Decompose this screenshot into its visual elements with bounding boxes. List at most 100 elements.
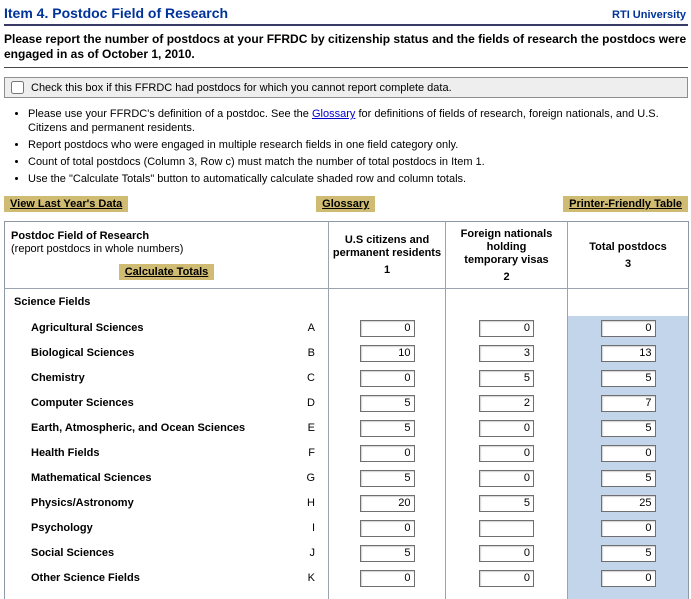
page-header: Item 4. Postdoc Field of Research RTI Un… [4,3,688,24]
row-letter: E [308,422,315,434]
instruction-text: Report postdocs who were engaged in mult… [28,139,458,151]
field-cell: Agricultural Sciences A [5,316,329,341]
glossary-button[interactable]: Glossary [316,196,375,212]
foreign-cell [446,341,568,366]
page-title: Item 4. Postdoc Field of Research [4,5,228,21]
row-letter: D [307,397,315,409]
section-label: Science Fields [14,296,90,308]
citizens-cell [329,366,446,391]
total-input[interactable] [601,545,656,562]
foreign-input[interactable] [479,545,534,562]
citizens-cell [329,541,446,566]
citizens-input[interactable] [360,370,415,387]
row-letter: G [306,472,315,484]
total-input[interactable] [601,495,656,512]
field-label: Earth, Atmospheric, and Ocean Sciences [31,422,245,434]
total-input[interactable] [601,570,656,587]
field-label: Other Science Fields [31,572,140,584]
calculate-totals-button[interactable]: Calculate Totals [119,264,215,280]
total-cell [568,366,689,391]
foreign-cell [446,441,568,466]
field-label: Psychology [31,522,93,534]
citizens-cell [329,416,446,441]
foreign-input[interactable] [479,420,534,437]
total-input[interactable] [601,445,656,462]
table-row: Biological Sciences B [5,341,689,366]
section-row: Science Fields [5,289,689,316]
section-cell: Science Fields [5,289,329,316]
foreign-input[interactable] [479,320,534,337]
column-number: 1 [331,264,443,276]
glossary-link[interactable]: Glossary [312,108,355,120]
citizens-input[interactable] [360,420,415,437]
field-label: Social Sciences [31,547,114,559]
clipped-row [5,591,689,599]
total-input[interactable] [601,320,656,337]
incomplete-data-label: Check this box if this FFRDC had postdoc… [31,82,452,94]
citizens-input[interactable] [360,470,415,487]
incomplete-data-checkbox[interactable] [11,81,24,94]
institution-name: RTI University [612,9,686,21]
citizens-input[interactable] [360,445,415,462]
foreign-cell [446,516,568,541]
total-cell [568,316,689,341]
table-row: Agricultural Sciences A [5,316,689,341]
table-row: Mathematical Sciences G [5,466,689,491]
citizens-input[interactable] [360,320,415,337]
foreign-input[interactable] [479,520,534,537]
foreign-input[interactable] [479,445,534,462]
table-row: Chemistry C [5,366,689,391]
table-row: Physics/Astronomy H [5,491,689,516]
citizens-input[interactable] [360,545,415,562]
row-letter: K [308,572,315,584]
total-input[interactable] [601,470,656,487]
total-input[interactable] [601,520,656,537]
total-input[interactable] [601,370,656,387]
foreign-cell [446,391,568,416]
citizens-cell [329,391,446,416]
table-row: Computer Sciences D [5,391,689,416]
calculate-totals-wrap: Calculate Totals [11,264,322,280]
column-number: 2 [448,271,565,283]
table-row: Earth, Atmospheric, and Ocean Sciences E [5,416,689,441]
foreign-input[interactable] [479,370,534,387]
foreign-input[interactable] [479,570,534,587]
citizens-cell [329,316,446,341]
field-label: Computer Sciences [31,397,134,409]
instruction-item: Please use your FFRDC's definition of a … [28,107,688,135]
row-letter: J [310,547,316,559]
total-cell [568,541,689,566]
table-header-row: Postdoc Field of Research (report postdo… [5,222,689,289]
total-cell [568,516,689,541]
row-letter: B [308,347,315,359]
table-subtitle: (report postdocs in whole numbers) [11,243,322,255]
foreign-input[interactable] [479,495,534,512]
foreign-input[interactable] [479,395,534,412]
foreign-cell [446,466,568,491]
foreign-cell [446,566,568,591]
total-cell [568,466,689,491]
citizens-input[interactable] [360,520,415,537]
total-input[interactable] [601,420,656,437]
citizens-input[interactable] [360,495,415,512]
citizens-cell [329,491,446,516]
foreign-input[interactable] [479,345,534,362]
foreign-cell [446,316,568,341]
total-input[interactable] [601,395,656,412]
citizens-input[interactable] [360,345,415,362]
row-letter: F [308,447,315,459]
total-cell [568,391,689,416]
printer-friendly-button[interactable]: Printer-Friendly Table [563,196,688,212]
row-letter: C [307,372,315,384]
total-cell [568,341,689,366]
table-header-corner: Postdoc Field of Research (report postdo… [5,222,329,289]
foreign-input[interactable] [479,470,534,487]
citizens-input[interactable] [360,570,415,587]
total-input[interactable] [601,345,656,362]
view-last-year-button[interactable]: View Last Year's Data [4,196,128,212]
citizens-input[interactable] [360,395,415,412]
field-label: Biological Sciences [31,347,134,359]
column-header-foreign: Foreign nationals holding temporary visa… [446,222,568,289]
field-cell: Computer Sciences D [5,391,329,416]
instruction-text: Please use your FFRDC's definition of a … [28,108,312,120]
